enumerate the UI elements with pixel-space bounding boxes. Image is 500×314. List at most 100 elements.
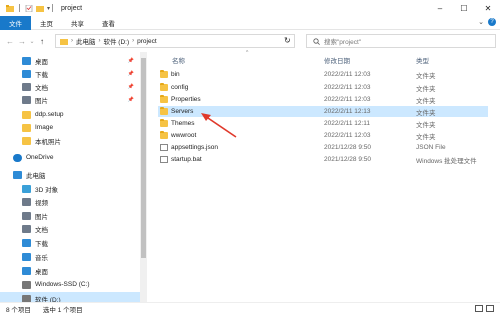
drive-icon [22,294,31,302]
tab-file[interactable]: 文件 [0,15,31,30]
sidebar-item[interactable]: 软件 (D:) [0,292,140,302]
file-date: 2022/2/11 12:03 [324,84,371,91]
search-placeholder: 搜索"project" [324,39,362,46]
file-row[interactable]: Themes 2022/2/11 12:11 文件夹 [158,118,488,129]
sidebar-item[interactable]: Windows-SSD (C:) [0,278,140,291]
sidebar-item[interactable]: OneDrive [0,151,140,164]
recent-locations-button[interactable]: ⌄ [28,34,36,48]
sidebar-item[interactable]: Image [0,121,140,134]
file-row[interactable]: startup.bat 2021/12/28 9:50 Windows 批处理文件 [158,154,488,165]
desktop-icon [22,266,31,275]
selection-count: 选中 1 个项目 [42,306,83,314]
file-name: Servers [171,108,194,115]
file-date: 2022/2/11 12:03 [324,96,371,103]
file-name: Themes [171,120,195,127]
sidebar-item[interactable]: ddp.setup [0,108,140,121]
sidebar-item[interactable]: 图片 📌 [0,93,140,106]
sidebar-item-label: Image [35,124,54,131]
sidebar-item[interactable]: 音乐 [0,250,140,263]
sidebar-item-label: 音乐 [35,254,48,262]
drive-icon [22,280,31,289]
minimize-button[interactable]: – [428,0,452,16]
folder-icon [160,119,168,127]
maximize-button[interactable]: ☐ [452,0,476,16]
customize-toolbar-icon[interactable]: ▾ [47,5,50,12]
details-view-icon[interactable] [475,305,483,312]
sidebar-item[interactable]: 下载 📌 [0,67,140,80]
file-row[interactable]: Servers 2022/2/11 12:13 文件夹 [158,106,488,117]
file-date: 2022/2/11 12:03 [324,71,371,78]
ribbon-right-controls: ⌄ ? [478,18,496,26]
sidebar-item[interactable]: 本机照片 [0,134,140,147]
sidebar-item[interactable]: 下载 [0,236,140,249]
file-name: wwwroot [171,132,197,139]
tab-view[interactable]: 查看 [93,16,124,30]
tab-home[interactable]: 主页 [31,16,62,30]
document-icon [22,82,31,91]
folder-icon [60,38,68,45]
status-bar: 8 个项目 选中 1 个项目 [0,302,500,314]
file-name: appsettings.json [171,144,218,151]
sidebar-item[interactable]: 桌面 📌 [0,54,140,67]
file-date: 2021/12/28 9:50 [324,156,371,163]
folder-icon [160,107,168,115]
picture-icon [22,95,31,104]
folder-icon [160,131,168,139]
expand-ribbon-icon[interactable]: ⌄ [478,18,484,26]
back-button[interactable]: ← [4,34,16,48]
sidebar-item[interactable]: 图片 [0,209,140,222]
folder-icon [160,83,168,91]
sidebar-item[interactable]: 文档 📌 [0,80,140,93]
window-controls: – ☐ ✕ [428,0,500,16]
large-icons-view-icon[interactable] [486,305,494,312]
sidebar-item-label: ddp.setup [35,111,64,118]
sidebar-item-label: 此电脑 [26,172,46,180]
sidebar-item[interactable]: 桌面 [0,264,140,277]
item-count: 8 个项目 [6,306,31,314]
sidebar-item-label: 图片 [35,213,48,221]
file-name: bin [171,71,180,78]
column-header-date[interactable]: 修改日期 [324,55,350,65]
file-date: 2021/12/28 9:50 [324,144,371,151]
up-button[interactable]: ↑ [36,34,48,48]
properties-icon[interactable] [25,4,33,12]
file-row[interactable]: wwwroot 2022/2/11 12:03 文件夹 [158,130,488,141]
file-row[interactable]: bin 2022/2/11 12:03 文件夹 [158,69,488,80]
file-list: 名称 修改日期 类型 ^ bin 2022/2/11 12:03 文件夹 config… [150,50,500,302]
file-type: 文件夹 [416,97,436,105]
file-row[interactable]: appsettings.json 2021/12/28 9:50 JSON File [158,142,488,153]
sidebar-item-label: OneDrive [26,154,54,161]
sidebar-item-label: 桌面 [35,58,48,66]
sidebar-item[interactable]: 文档 [0,222,140,235]
title-bar: ▾ project – ☐ ✕ [0,0,500,16]
desktop-icon [22,56,31,65]
new-folder-icon[interactable] [36,5,44,12]
sidebar-item[interactable]: 3D 对象 [0,182,140,195]
chevron-right-icon[interactable]: › [132,38,134,44]
column-header-name[interactable]: 名称 [172,55,185,65]
navigation-pane: 桌面 📌 下载 📌 文档 📌 图片 📌 ddp.setup Image 本机照片 OneDrive 此电… [0,52,147,302]
help-icon[interactable]: ? [488,18,496,26]
sidebar-item[interactable]: 此电脑 [0,168,140,181]
breadcrumb-this-pc[interactable]: 此电脑 [76,36,96,46]
tab-share[interactable]: 共享 [62,16,93,30]
file-row[interactable]: config 2022/2/11 12:03 文件夹 [158,82,488,93]
cloud-icon [13,153,22,162]
pin-icon: 📌 [127,57,134,64]
sidebar-item[interactable]: 视频 [0,195,140,208]
column-header-type[interactable]: 类型 [416,55,429,65]
computer-icon [13,170,22,179]
nav-scrollbar-thumb[interactable] [141,58,146,258]
close-button[interactable]: ✕ [476,0,500,16]
file-row[interactable]: Properties 2022/2/11 12:03 文件夹 [158,94,488,105]
file-type: 文件夹 [416,133,436,141]
chevron-right-icon[interactable]: › [71,38,73,44]
address-bar[interactable]: › 此电脑 › 软件 (D:) › project ⌄ [55,34,295,48]
breadcrumb-drive-d[interactable]: 软件 (D:) [104,36,130,46]
file-date: 2022/2/11 12:03 [324,132,371,139]
search-input[interactable]: 搜索"project" [306,34,496,48]
forward-button[interactable]: → [16,34,28,48]
refresh-icon[interactable]: ↻ [284,36,291,45]
breadcrumb-project[interactable]: project [137,38,157,45]
chevron-right-icon[interactable]: › [99,38,101,44]
